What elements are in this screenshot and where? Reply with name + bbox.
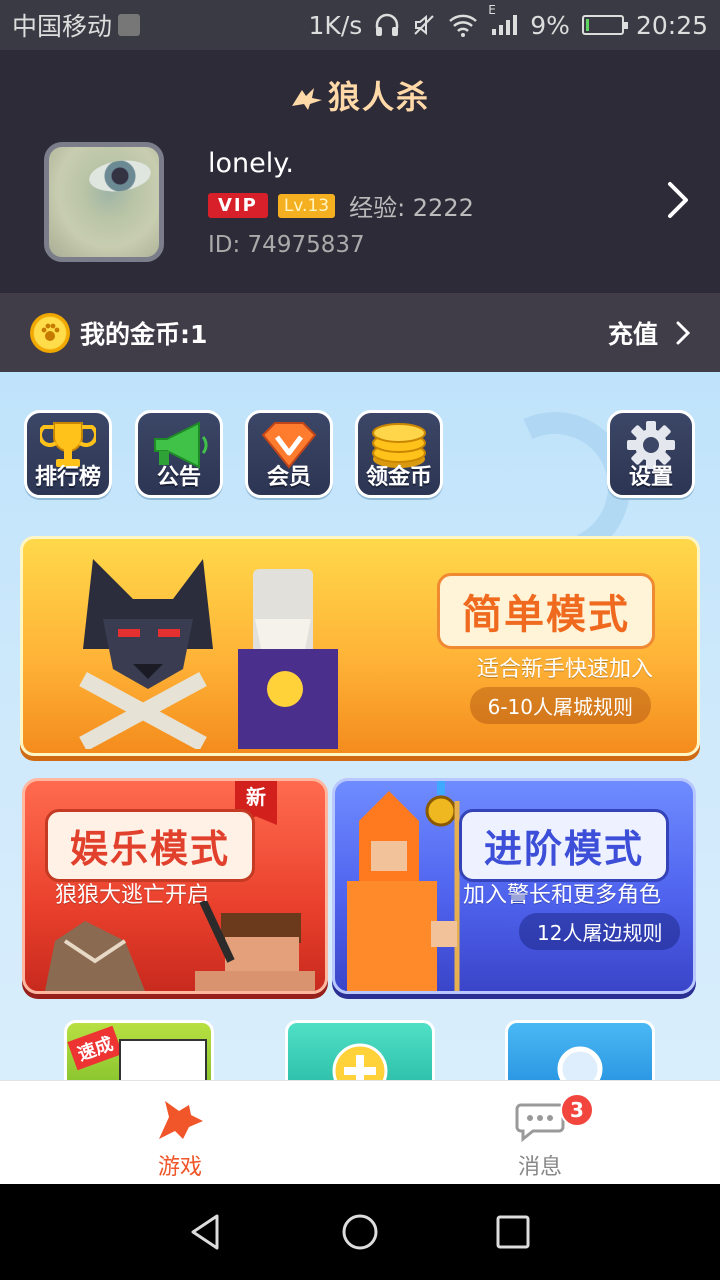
advanced-mode-card[interactable]: 进阶模式 加入警长和更多角色 12人屠边规则: [332, 778, 696, 994]
fun-mode-card[interactable]: 新 娱乐模式 狼狼大逃亡开启: [22, 778, 328, 994]
easy-mode-subtitle: 适合新手快速加入: [476, 657, 653, 682]
app-logo: 狼人杀: [0, 72, 720, 118]
app-logo-text: 狼人杀: [327, 78, 430, 116]
coin-bar: 我的金币:1 充值: [0, 293, 720, 372]
easy-mode-rule: 6-10人屠城规则: [469, 687, 651, 724]
back-icon[interactable]: [187, 1212, 227, 1252]
cellular-signal-icon: E: [488, 3, 518, 37]
recharge-button[interactable]: 充值: [608, 315, 690, 351]
bottom-navigation: 游戏 消息 3: [0, 1080, 720, 1184]
tab-game[interactable]: 游戏: [0, 1081, 360, 1184]
wolf-and-hunter-illustration: [45, 901, 315, 991]
paw-coin-icon: [30, 312, 70, 353]
battery-icon: [581, 15, 628, 35]
wolf-and-seer-illustration: [79, 559, 338, 749]
search-icon: [557, 1046, 603, 1080]
search-room-tile[interactable]: [505, 1020, 655, 1080]
sheriff-illustration: [347, 781, 460, 991]
battery-percent: 9%: [530, 10, 570, 40]
crash-course-label: 速成: [67, 1025, 123, 1071]
tab-messages[interactable]: 消息 3: [360, 1081, 720, 1184]
advanced-mode-title: 进阶模式: [459, 809, 670, 882]
plus-icon: [332, 1043, 388, 1080]
mute-icon: [412, 13, 436, 37]
easy-mode-card[interactable]: 简单模式 适合新手快速加入 6-10人屠城规则: [20, 536, 700, 756]
membership-label: 会员: [266, 465, 311, 490]
rulebook-image: [119, 1039, 207, 1080]
home-icon[interactable]: [340, 1212, 380, 1252]
chat-bubble-icon: [515, 1103, 565, 1143]
network-speed: 1K/s: [308, 10, 363, 40]
level-badge: Lv.13: [277, 193, 336, 218]
system-navigation-bar: [0, 1184, 720, 1280]
clock: 20:25: [635, 10, 708, 40]
wifi-icon: [448, 13, 478, 37]
avatar-image: [87, 156, 153, 196]
experience-text: 经验: 2222: [349, 194, 474, 222]
battery-fill: [585, 19, 589, 31]
user-id: ID: 74975837: [208, 232, 365, 258]
network-type: E: [488, 3, 496, 17]
wolf-game-icon: [159, 1101, 203, 1139]
unread-badge: 3: [560, 1093, 594, 1127]
status-bar: 中国移动 1K/s E 9% 20:25: [0, 0, 720, 50]
headphones-icon: [374, 13, 400, 37]
advanced-mode-subtitle: 加入警长和更多角色: [463, 883, 662, 908]
chevron-right-icon[interactable]: [662, 180, 692, 220]
username: lonely.: [208, 148, 294, 179]
claim-coins-button[interactable]: 领金币: [355, 410, 443, 498]
create-room-tile[interactable]: [285, 1020, 435, 1080]
wolf-logo-icon: [291, 88, 322, 110]
membership-button[interactable]: 会员: [245, 410, 333, 498]
settings-button[interactable]: 设置: [607, 410, 695, 498]
recents-icon[interactable]: [493, 1212, 533, 1252]
my-coins-label: 我的金币:1: [80, 319, 208, 349]
announcement-button[interactable]: 公告: [135, 410, 223, 498]
easy-mode-title: 简单模式: [437, 573, 655, 649]
claim-coins-label: 领金币: [365, 465, 432, 490]
leaderboard-label: 排行榜: [34, 465, 101, 490]
fun-mode-title: 娱乐模式: [45, 809, 256, 882]
crash-course-tile[interactable]: 速成: [64, 1020, 214, 1080]
avatar[interactable]: [44, 142, 164, 262]
user-badges: VIP Lv.13 经验: 2222: [208, 188, 474, 223]
tab-messages-label: 消息: [517, 1155, 562, 1180]
leaderboard-button[interactable]: 排行榜: [24, 410, 112, 498]
settings-label: 设置: [628, 465, 673, 490]
recharge-label: 充值: [607, 319, 658, 349]
announcement-label: 公告: [156, 465, 201, 490]
profile-header: 狼人杀 lonely. VIP Lv.13 经验: 2222 ID: 74975…: [0, 50, 720, 293]
sim-app-icon: [118, 14, 141, 36]
chevron-right-icon: [676, 321, 690, 344]
advanced-mode-rule: 12人屠边规则: [519, 913, 681, 950]
vip-badge: VIP: [208, 193, 268, 218]
tab-game-label: 游戏: [157, 1155, 202, 1180]
game-lobby: 排行榜 公告 会员 领金币 设置 简单模式 适合新手快速加入 6-10人屠城规则…: [0, 372, 720, 1080]
carrier-name: 中国移动: [12, 12, 113, 41]
